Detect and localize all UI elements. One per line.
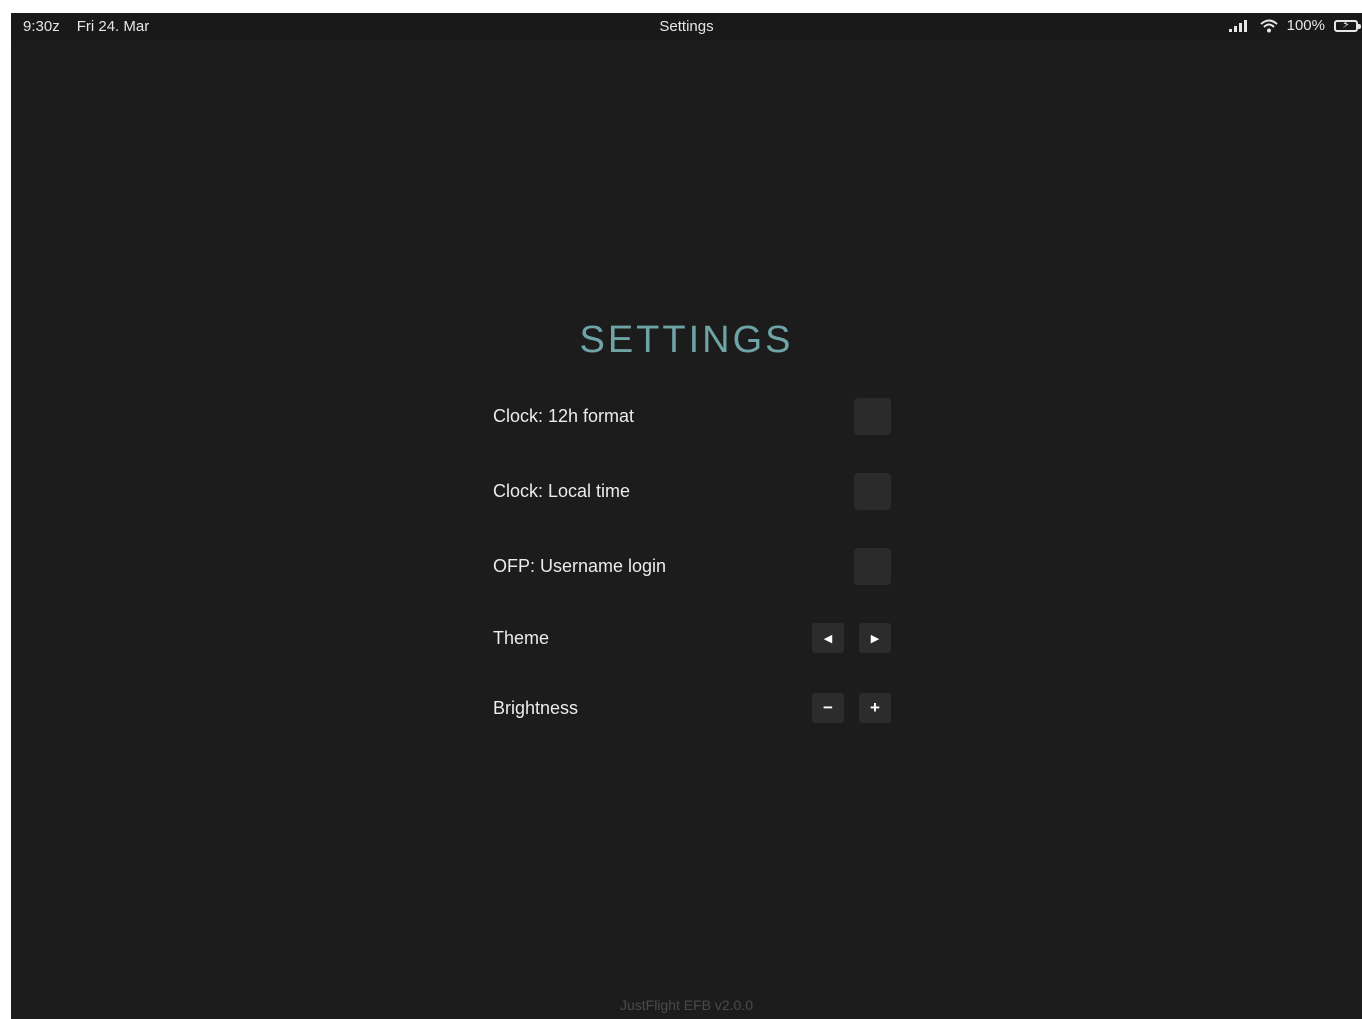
setting-row-clock-12h: Clock: 12h format xyxy=(493,398,891,435)
brightness-decrease-button[interactable]: − xyxy=(812,693,844,723)
status-bar-title: Settings xyxy=(659,18,714,35)
efb-screen: 9:30z Fri 24. Mar Settings 100% ⚡ SETTIN… xyxy=(11,13,1362,1019)
app-version: JustFlight EFB v2.0.0 xyxy=(619,997,754,1013)
wifi-icon xyxy=(1259,19,1278,32)
setting-label-theme: Theme xyxy=(493,627,550,648)
status-bar: 9:30z Fri 24. Mar Settings 100% ⚡ xyxy=(11,13,1362,41)
toggle-ofp-username[interactable] xyxy=(854,548,891,585)
brightness-increase-button[interactable]: + xyxy=(859,693,891,723)
setting-label-ofp-username: OFP: Username login xyxy=(493,555,667,576)
setting-row-brightness: Brightness − + xyxy=(493,690,891,726)
settings-list: Clock: 12h format Clock: Local time OFP:… xyxy=(493,398,891,726)
setting-label-clock-local: Clock: Local time xyxy=(493,480,631,501)
page-title: SETTINGS xyxy=(579,319,794,361)
theme-controls: ◀ ▶ xyxy=(812,623,891,653)
setting-row-ofp-username: OFP: Username login xyxy=(493,548,891,585)
setting-row-theme: Theme ◀ ▶ xyxy=(493,620,891,656)
battery-percent: 100% xyxy=(1286,17,1325,34)
setting-label-brightness: Brightness xyxy=(493,697,579,718)
brightness-controls: − + xyxy=(812,693,891,723)
setting-row-clock-local: Clock: Local time xyxy=(493,473,891,510)
theme-next-button[interactable]: ▶ xyxy=(859,623,891,653)
theme-previous-button[interactable]: ◀ xyxy=(812,623,844,653)
toggle-clock-12h[interactable] xyxy=(854,398,891,435)
toggle-clock-local[interactable] xyxy=(854,473,891,510)
signal-icon xyxy=(1228,19,1251,32)
status-bar-right: 100% ⚡ xyxy=(1228,17,1361,34)
setting-label-clock-12h: Clock: 12h format xyxy=(493,405,635,426)
battery-charging-icon: ⚡ xyxy=(1334,19,1361,32)
